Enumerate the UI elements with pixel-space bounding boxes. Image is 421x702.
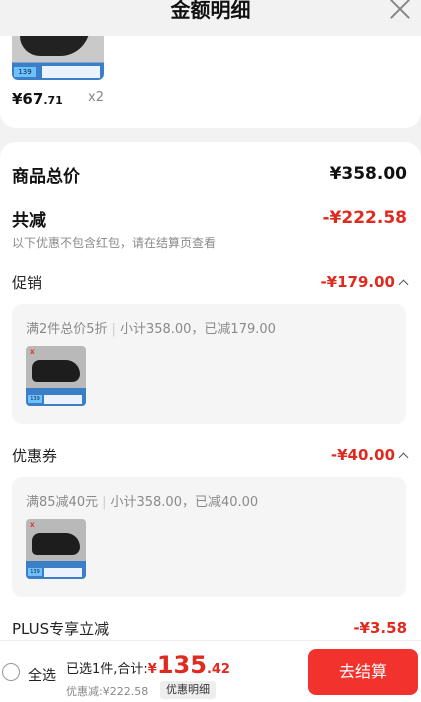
total-value: ¥358.00 — [329, 164, 407, 184]
selected-text: 已选1件,合计: — [66, 662, 148, 677]
promo-toggle[interactable]: -¥179.00 — [320, 273, 409, 291]
reduce-label: 共减 — [12, 211, 46, 231]
discount-text: 优惠减:¥222.58 — [66, 685, 149, 698]
chevron-up-icon — [398, 279, 409, 290]
reduce-note: 以下优惠不包含红包，请在结算页查看 — [12, 236, 217, 250]
shoe-image — [32, 360, 80, 382]
product-quantity: x2 — [88, 90, 104, 105]
total-integer: 135 — [156, 651, 207, 679]
selected-total: 已选1件,合计:¥135.42 — [66, 651, 230, 679]
product-thumbnail[interactable]: 139 — [12, 36, 104, 80]
breakdown-card: 商品总价 ¥358.00 共减 -¥222.58 以下优惠不包含红包，请在结算页… — [0, 142, 421, 702]
thumbnail-info — [42, 66, 100, 78]
price-tag: 139 — [14, 67, 36, 77]
thumbnail-info — [44, 568, 82, 577]
discount-detail-button[interactable]: 优惠明细 — [160, 681, 216, 699]
coupon-detail: 小计358.00，已减40.00 — [110, 495, 259, 510]
checkout-bar: 全选 已选1件,合计:¥135.42 优惠减:¥222.58 优惠明细 去结算 — [0, 640, 421, 702]
plus-value: -¥3.58 — [353, 619, 407, 637]
chevron-up-icon — [398, 452, 409, 463]
promo-rule: 满2件总价5折 — [26, 322, 108, 337]
brand-logo-icon: X — [30, 522, 35, 529]
promo-rule-line: 满2件总价5折 | 小计358.00，已减179.00 — [26, 322, 276, 337]
page-title: 金额明细 — [170, 0, 251, 22]
brand-logo-icon: X — [30, 349, 35, 356]
select-all-label[interactable]: 全选 — [28, 665, 56, 685]
total-currency: ¥ — [147, 662, 157, 677]
checkout-button[interactable]: 去结算 — [308, 649, 418, 695]
promo-detail: 小计358.00，已减179.00 — [119, 322, 276, 337]
promo-panel: 满2件总价5折 | 小计358.00，已减179.00 X 139 — [12, 304, 406, 424]
price-tag: 139 — [28, 568, 42, 576]
shoe-image — [32, 533, 80, 555]
product-card: 139 ¥67.71 x2 — [0, 36, 421, 128]
plus-label: PLUS专享立减 — [12, 620, 110, 638]
coupon-label: 优惠券 — [12, 447, 58, 465]
coupon-value: -¥40.00 — [330, 446, 395, 464]
promo-product-thumbnail[interactable]: X 139 — [26, 346, 86, 406]
product-price: ¥67.71 — [12, 90, 63, 108]
reduce-value: -¥222.58 — [322, 208, 408, 228]
coupon-rule-line: 满85减40元 | 小计358.00，已减40.00 — [26, 495, 259, 510]
coupon-rule: 满85减40元 — [26, 495, 99, 510]
coupon-panel: 满85减40元 | 小计358.00，已减40.00 X 139 — [12, 477, 406, 597]
shoe-image — [20, 36, 90, 56]
price-tag: 139 — [28, 395, 42, 403]
coupon-toggle[interactable]: -¥40.00 — [330, 446, 409, 464]
promo-label: 促销 — [12, 274, 43, 292]
thumbnail-info — [44, 395, 82, 404]
select-all-radio[interactable] — [2, 663, 20, 681]
total-decimal: .42 — [206, 662, 230, 677]
promo-value: -¥179.00 — [320, 273, 395, 291]
coupon-product-thumbnail[interactable]: X 139 — [26, 519, 86, 579]
total-label: 商品总价 — [12, 167, 80, 187]
header: 金额明细 — [0, 0, 421, 36]
close-icon[interactable] — [389, 0, 411, 18]
